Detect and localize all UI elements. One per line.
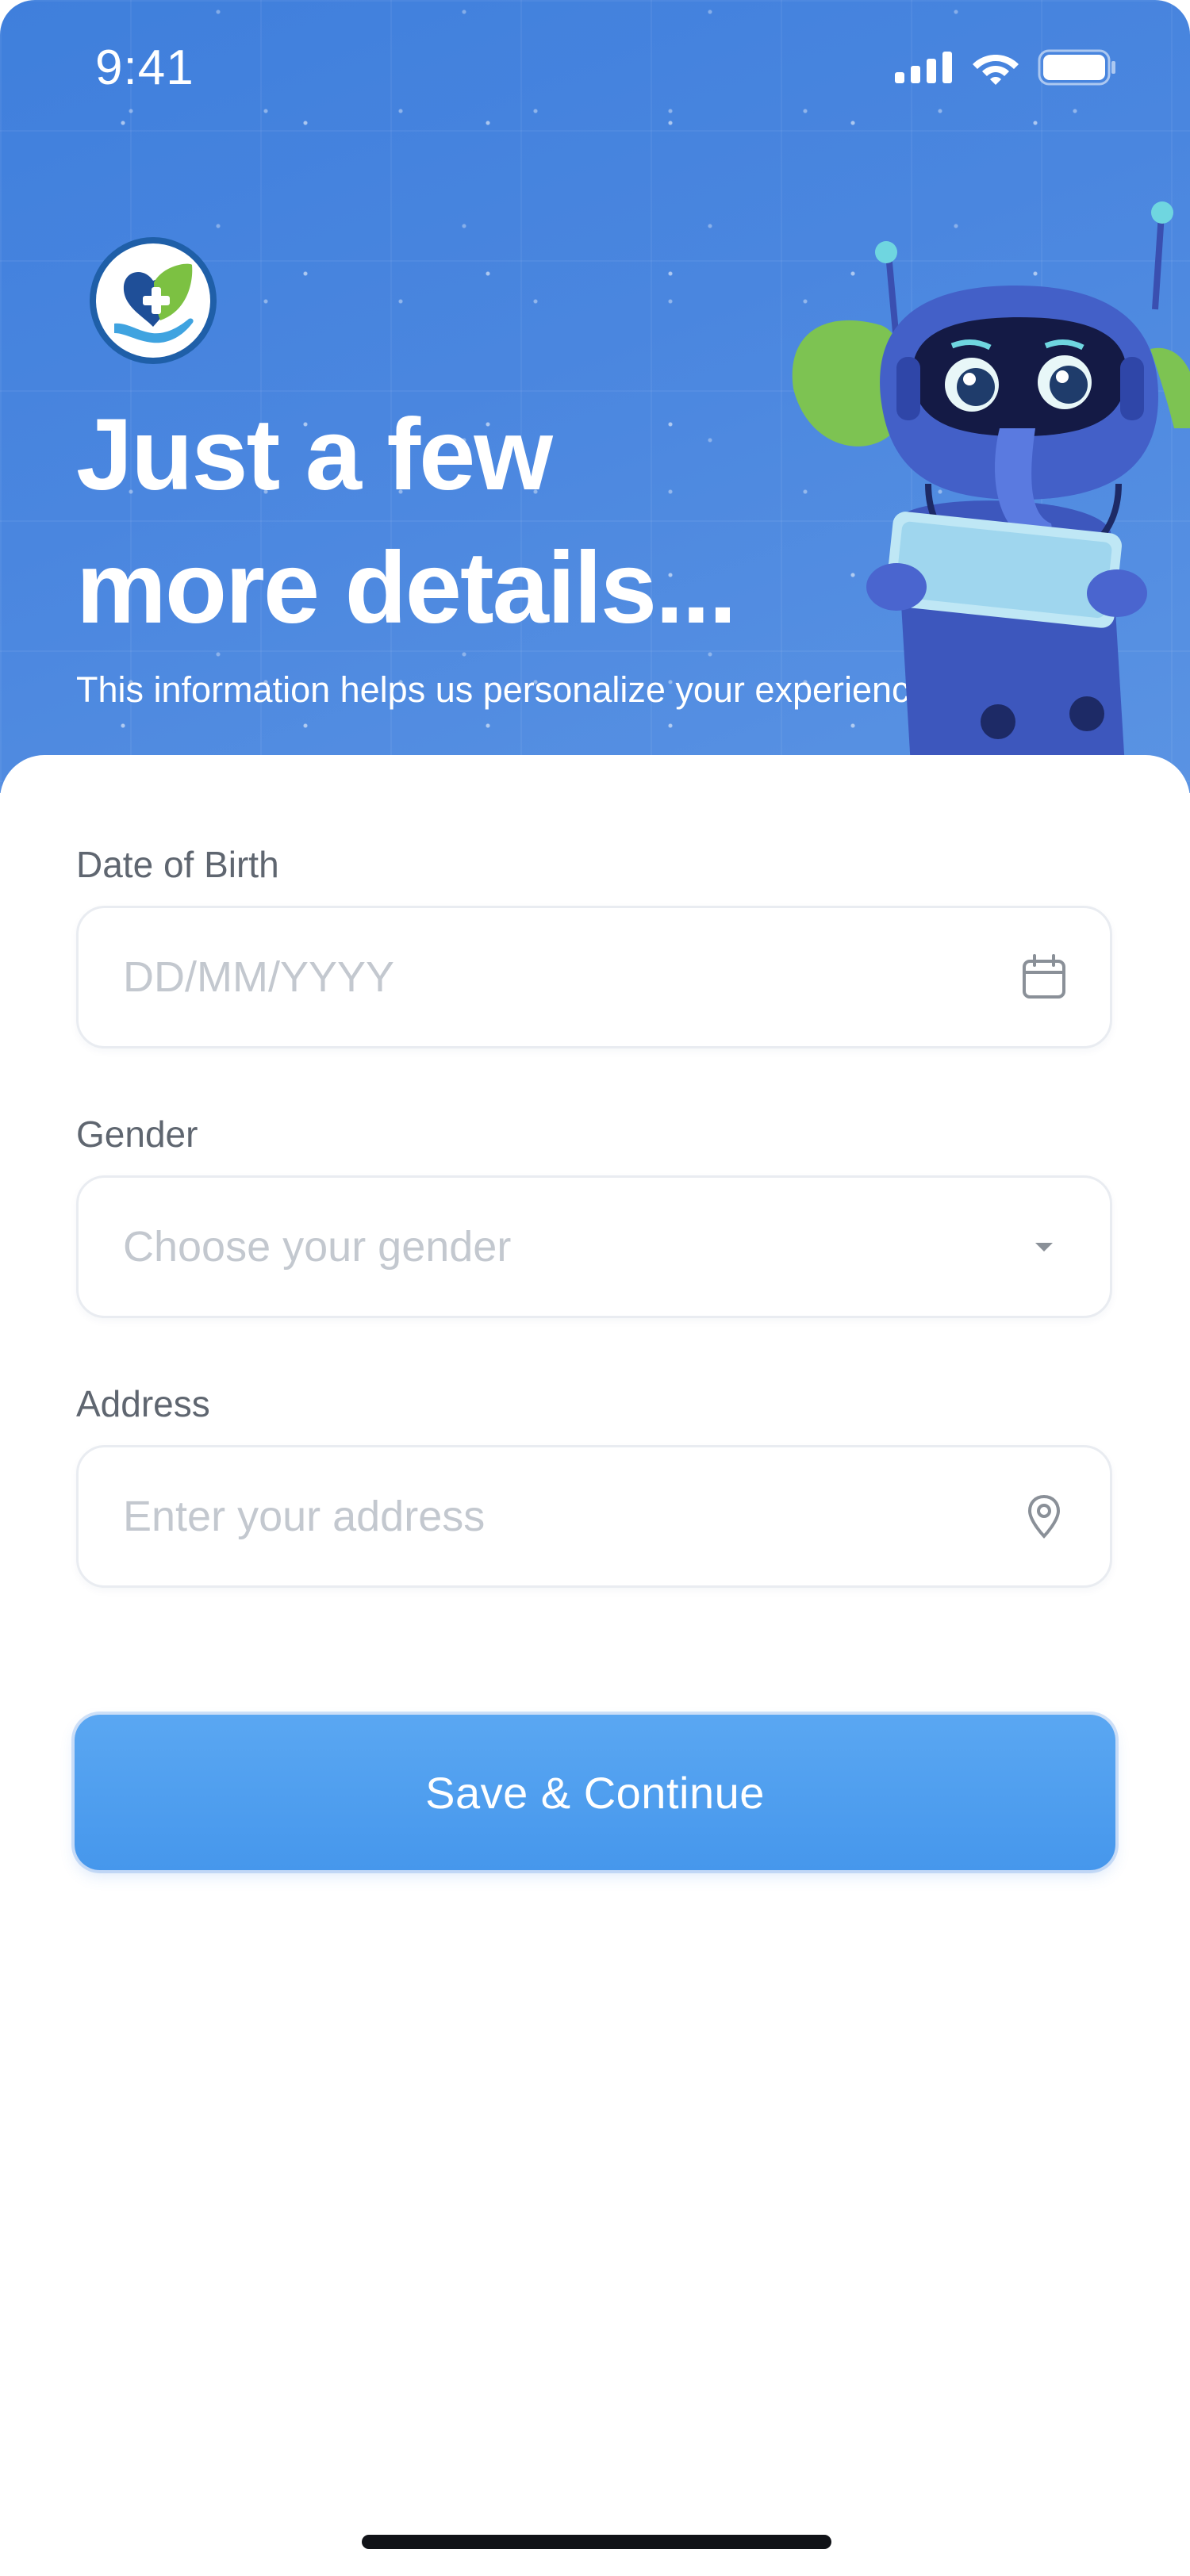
- gender-placeholder: Choose your gender: [123, 1223, 512, 1271]
- battery-icon: [1038, 49, 1115, 86]
- robot-elephant-mascot-illustration: [792, 201, 1190, 793]
- dob-field[interactable]: DD/MM/YYYY: [76, 906, 1112, 1048]
- details-form-card: Date of Birth DD/MM/YYYY Gender Choose y…: [0, 755, 1190, 2576]
- page-title-line-2: more details...: [76, 531, 737, 645]
- dob-placeholder: DD/MM/YYYY: [123, 953, 395, 1001]
- gender-label: Gender: [76, 1114, 198, 1155]
- cellular-signal-icon: [895, 52, 952, 83]
- wifi-icon: [973, 55, 1019, 85]
- map-pin-icon[interactable]: [1019, 1492, 1069, 1541]
- caret-down-icon[interactable]: [1019, 1222, 1069, 1271]
- dob-label: Date of Birth: [76, 844, 279, 885]
- page-title-line-1: Just a few: [76, 398, 553, 512]
- status-bar-time: 9:41: [95, 40, 194, 95]
- page-title: Just a few more details...: [76, 389, 790, 655]
- calendar-icon[interactable]: [1019, 953, 1069, 1002]
- save-continue-button[interactable]: Save & Continue: [75, 1715, 1115, 1870]
- address-placeholder: Enter your address: [123, 1493, 486, 1540]
- app-logo-icon: [90, 237, 217, 364]
- status-bar-icons: [895, 49, 1117, 86]
- hero-header: 9:41 Just a few more details... This inf…: [0, 0, 1190, 793]
- address-field[interactable]: Enter your address: [76, 1445, 1112, 1588]
- address-label: Address: [76, 1383, 210, 1424]
- screen: 9:41 Just a few more details... This inf…: [0, 0, 1190, 2576]
- gender-select[interactable]: Choose your gender: [76, 1175, 1112, 1318]
- home-indicator[interactable]: [362, 2535, 831, 2549]
- save-continue-button-label: Save & Continue: [425, 1767, 765, 1818]
